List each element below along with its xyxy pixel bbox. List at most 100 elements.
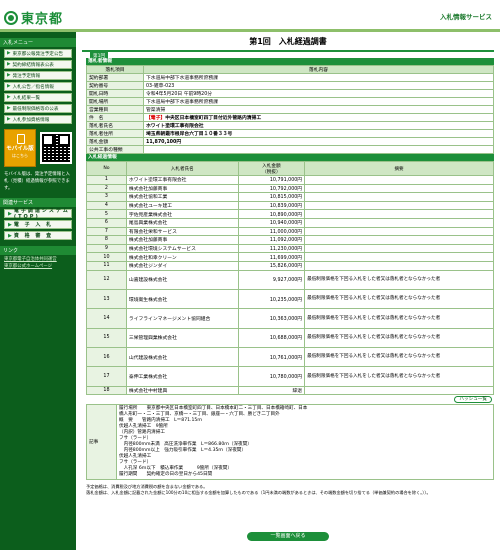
info-row: 営業種目 管渠清掃: [86, 105, 494, 114]
row-number: 1: [86, 175, 127, 185]
info-key: 落札者氏名: [86, 121, 144, 130]
bidder-name: 三栄管理興業株式会社: [125, 327, 239, 349]
bidder-name: 山嘉建設株式会社: [125, 269, 239, 290]
bid-remarks: 最低制限価格を下回る入札をした者又は落札者とならなかった者: [304, 308, 494, 329]
back-to-list-button[interactable]: 一覧画面へ戻る: [247, 532, 329, 541]
footnotes: 予定価格は、消費税及び地方消費税の額を含まない金額である。 落札金額は、入札金額…: [86, 484, 494, 496]
bid-progress-table: No 入札者氏名 入札金額 （税抜） 摘要 1 ホワイト塗環工事有限会社 10,791…: [86, 161, 494, 396]
sidebar-item-min-price[interactable]: ▶ 最低制限価格等の公表: [4, 104, 72, 113]
bidder-name: 宇佐見産業株式会社: [125, 209, 239, 219]
winner-info-heading: 落札者情報: [86, 58, 494, 65]
bid-remarks: 最低制限価格を下回る入札をした者又は落札者とならなかった者: [304, 288, 494, 310]
sidebar-item-qualification[interactable]: ▶ 入札参加資格情報: [4, 115, 72, 124]
bid-remarks: [304, 385, 494, 396]
table-row: 12 山嘉建設株式会社 9,927,000円 最低制限価格を下回る入札をした者又は落札…: [86, 269, 494, 290]
bid-amount: 10,792,000円: [237, 183, 306, 194]
row-number: 18: [86, 385, 127, 396]
arrow-right-icon: ▶: [7, 62, 11, 67]
row-number: 6: [86, 217, 127, 228]
bid-amount: 10,235,000円: [237, 288, 306, 310]
row-number: 13: [86, 288, 127, 310]
tokyo-emblem-icon: [4, 10, 18, 25]
bid-amount: 10,940,000円: [237, 217, 306, 228]
bidder-name: 株式会社加藤商事: [125, 183, 239, 194]
table-row: 5 宇佐見産業株式会社 10,890,000円: [86, 209, 494, 219]
info-value: 令和4年5月20日 午前9時20分: [143, 89, 494, 98]
info-value-text: 埼玉県朝霞市根岸台六丁目１０番３３号: [146, 132, 233, 137]
table-row: 18 株式会社中村建興 辞退: [86, 385, 494, 396]
info-key: 公共工事の種類: [86, 145, 144, 154]
tokyo-logo[interactable]: 東京都: [4, 8, 63, 27]
report-body: 落札者情報 落札項目 落札内容 契約部署 下水道局中部下水道事務所庶務課 契約番号 0…: [86, 58, 494, 496]
header: 東京都 入札情報サービス: [0, 0, 500, 30]
bidder-name: 尾島興業株式会社: [125, 217, 239, 228]
logo-text: 東京都: [21, 12, 64, 27]
main-content: 第1回 入札経過調書 第1回 落札者情報 落札項目 落札内容 契約部署 下水道局中…: [76, 32, 500, 550]
sidebar-item-label: 入札参加資格情報: [12, 117, 50, 123]
bid-remarks: [304, 252, 494, 262]
info-row: 契約部署 下水道局中部下水道事務所庶務課: [86, 73, 494, 82]
notes-table: 記事 履行場所 東京都中央区日本橋室町四丁目、日本橋本町二・三丁目、日本橋箱崎町…: [86, 404, 494, 481]
sidebar-item-label: 入札結果一覧: [12, 95, 41, 101]
bid-remarks: 最低制限価格を下回る入札をした者又は落札者とならなかった者: [304, 269, 494, 290]
hash-list-button[interactable]: ハッシュ一覧: [454, 396, 492, 404]
table-row: 13 環境衛生株式会社 10,235,000円 最低制限価格を下回る入札をした者又は落…: [86, 288, 494, 310]
bid-amount: 11,092,000円: [237, 235, 306, 245]
bid-remarks: [304, 217, 494, 228]
sidebar-item-gazette[interactable]: ▶ 東京都公報発注予定公告: [4, 49, 72, 58]
row-number: 2: [86, 183, 127, 194]
mobile-version-button[interactable]: モバイル版 はこちら: [4, 129, 36, 167]
info-value: 03-雑草-023: [143, 81, 494, 90]
bid-remarks: [304, 192, 494, 202]
link-e-bidding[interactable]: ▶ 電 子 入 札: [4, 220, 72, 229]
table-row: 8 株式会社加藤商事 11,092,000円: [86, 235, 494, 245]
info-key: 件 名: [86, 113, 144, 122]
info-row: 落札者住所 埼玉県朝霞市根岸台六丁目１０番３３号: [86, 129, 494, 138]
link-procurement-top[interactable]: ▶ 電子調達システム(TOP): [4, 208, 72, 220]
bid-remarks: [304, 226, 494, 237]
sidebar-item-bid-results[interactable]: ▶ 入札結果一覧: [4, 93, 72, 102]
row-number: 9: [86, 243, 127, 254]
info-key: 契約部署: [86, 73, 144, 82]
table-row: 7 有限会社栄和サービス 11,000,000円: [86, 226, 494, 237]
sidebar-item-bid-notice[interactable]: ▶ 入札公告／指名情報: [4, 82, 72, 91]
column-header-amount: 入札金額 （税抜）: [237, 161, 306, 176]
info-key: 営業種目: [86, 105, 144, 114]
link-e-gov-joint[interactable]: 東京都電子自治体共同運営: [4, 256, 72, 262]
arrow-right-icon: ▶: [7, 106, 11, 111]
info-key: 落札金額: [86, 137, 144, 146]
bid-remarks: 最低制限価格を下回る入札をした者又は落札者とならなかった者: [304, 327, 494, 349]
table-row: 14 ライフラインマネージメント協同組合 10,363,000円 最低制限価格を下回る…: [86, 308, 494, 329]
info-value-text: 下水道局中部下水道事務所庶務課: [146, 100, 218, 105]
table-row: 6 尾島興業株式会社 10,940,000円: [86, 217, 494, 228]
sidebar-item-order-plan[interactable]: ▶ 発注予定情報: [4, 71, 72, 80]
info-key: 契約番号: [86, 81, 144, 90]
mobile-note: モバイル版は、発注予定情報と入札（見積）経過情報が参照できます。: [4, 172, 70, 191]
amount-header-sub: （税抜）: [262, 169, 281, 175]
sidebar-item-label: 東京都公報発注予定公告: [12, 51, 64, 57]
arrow-right-icon: ▶: [7, 51, 11, 56]
arrow-right-icon: ▶: [7, 84, 11, 89]
row-number: 15: [86, 327, 127, 349]
info-key: 開札場所: [86, 97, 144, 106]
mobile-label: モバイル版: [6, 146, 34, 152]
table-row: 10 株式会社和幸クリーン 11,699,000円: [86, 252, 494, 262]
info-value-text: 管渠清掃: [146, 108, 166, 113]
phone-icon: [17, 134, 25, 144]
bidder-name: 株式会社中村建興: [125, 385, 239, 396]
bidder-name: 株式会社加藤商事: [125, 235, 239, 245]
link-tokyo-official[interactable]: 東京都公式ホームページ: [4, 263, 72, 269]
winner-info-table: 落札項目 落札内容 契約部署 下水道局中部下水道事務所庶務課 契約番号 03-雑草-0…: [86, 65, 494, 154]
sidebar-item-contracts[interactable]: ▶ 契約締結情報表公表: [4, 60, 72, 69]
sidebar-item-label: 最低制限価格等の公表: [12, 106, 59, 112]
arrow-right-icon: ▶: [8, 210, 12, 217]
bidder-name: 有限会社栄和サービス: [125, 226, 239, 237]
info-value-text: 中央区日本橋室町四丁目付近外管路内清掃工: [165, 116, 262, 121]
bidder-name: 泰伸工業株式会社: [125, 366, 239, 387]
bid-amount: 10,890,000円: [237, 209, 306, 219]
info-value: 下水道局中部下水道事務所庶務課: [143, 73, 494, 82]
link-qualification-review[interactable]: ▶ 資 格 審 査: [4, 231, 72, 240]
row-number: 14: [86, 308, 127, 329]
page-title: 第1回 入札経過調書: [249, 37, 327, 46]
bid-progress-heading: 入札経過情報: [86, 154, 494, 161]
